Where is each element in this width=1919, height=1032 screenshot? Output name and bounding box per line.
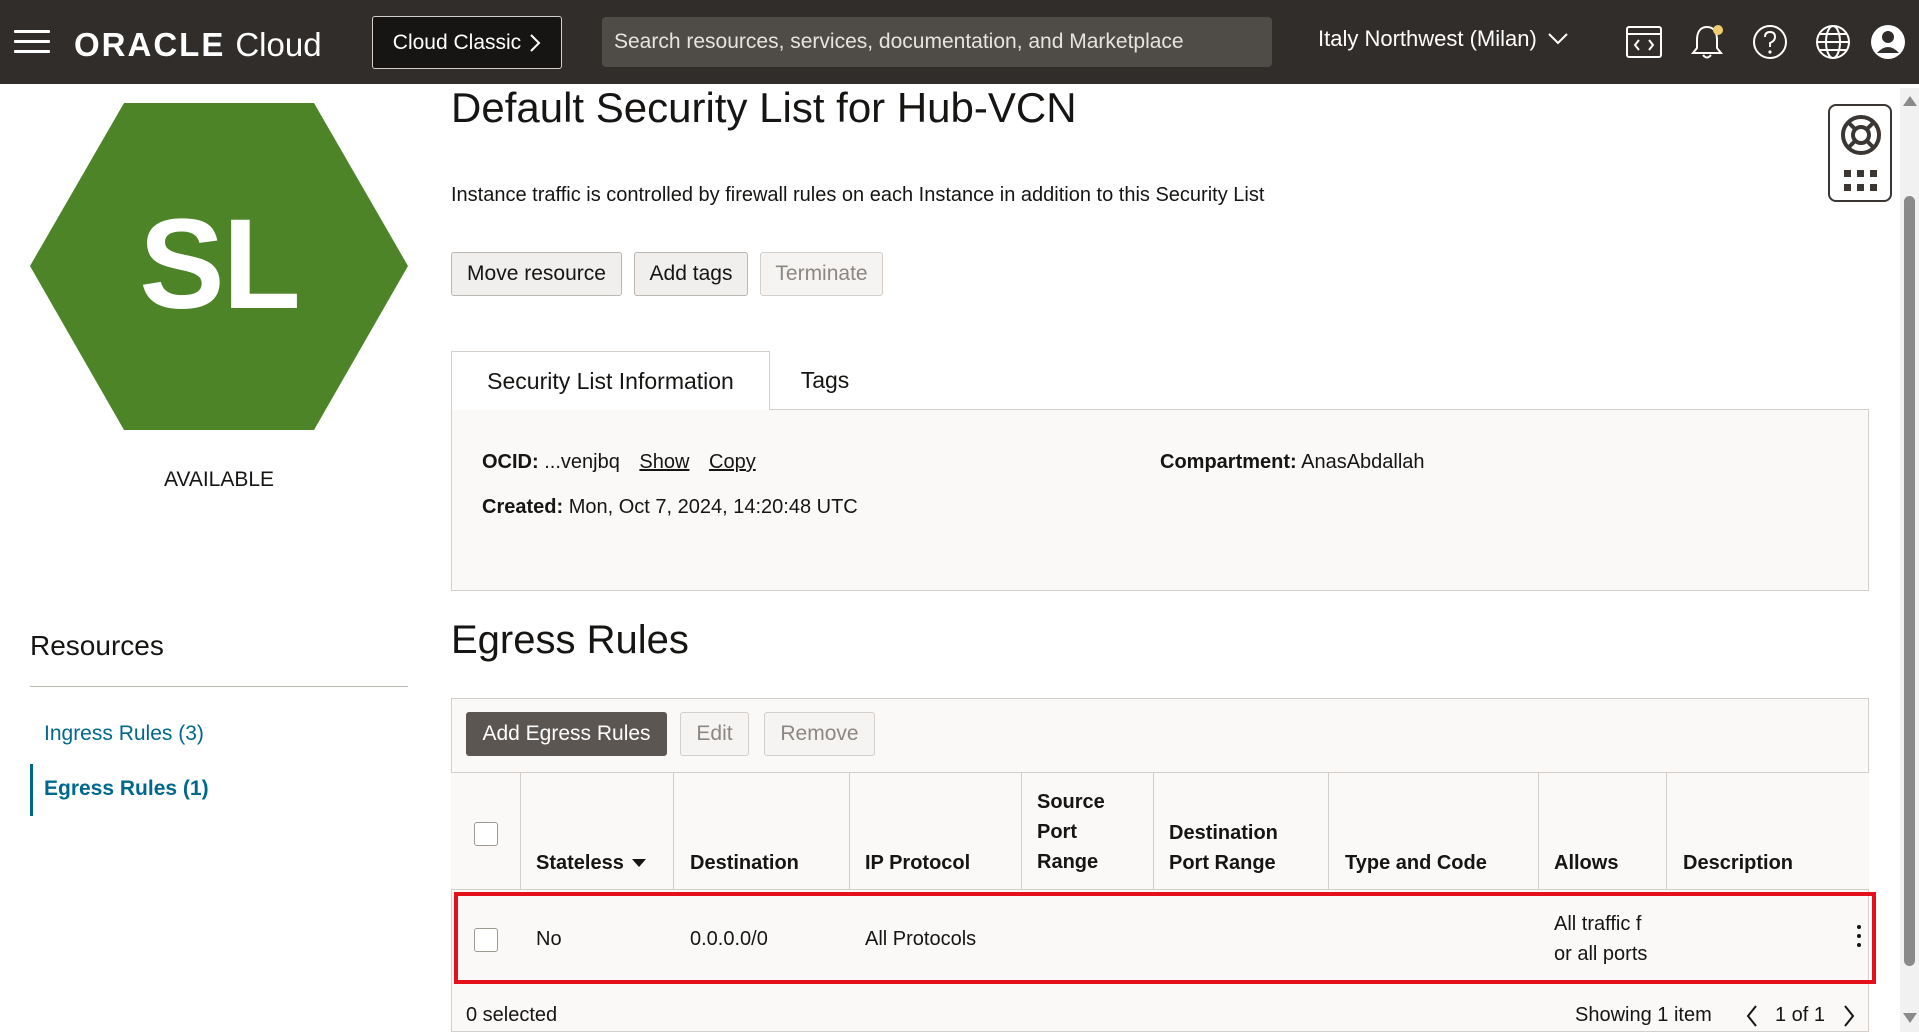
- column-header-source-port-range: Source Port Range: [1037, 787, 1105, 877]
- column-header-destination: Destination: [690, 852, 799, 874]
- region-selector[interactable]: Italy Northwest (Milan): [1318, 26, 1569, 52]
- edit-button[interactable]: Edit: [680, 712, 749, 756]
- column-header-allows: Allows: [1554, 852, 1619, 874]
- ocid-show-link[interactable]: Show: [639, 451, 689, 473]
- terminate-button[interactable]: Terminate: [760, 252, 883, 296]
- column-header-destination-port-range: Destination Port Range: [1169, 818, 1278, 878]
- status-label: AVAILABLE: [163, 468, 275, 491]
- resources-divider: [30, 686, 408, 687]
- dest-port-header-line2: Port Range: [1169, 852, 1276, 874]
- move-resource-button[interactable]: Move resource: [451, 252, 622, 296]
- help-icon[interactable]: [1750, 22, 1790, 62]
- help-support-widget[interactable]: [1828, 104, 1892, 202]
- previous-page-icon[interactable]: [1745, 1004, 1759, 1028]
- chevron-down-icon: [1548, 33, 1568, 45]
- scrollbar-thumb[interactable]: [1904, 196, 1915, 966]
- column-header-type-and-code: Type and Code: [1345, 852, 1487, 874]
- ocid-value: ...venjbq: [544, 451, 620, 473]
- column-separator: [1153, 772, 1154, 890]
- menu-icon[interactable]: [14, 30, 50, 54]
- column-header-stateless[interactable]: Stateless: [536, 848, 646, 878]
- created-row: Created: Mon, Oct 7, 2024, 14:20:48 UTC: [482, 496, 858, 519]
- add-tags-button[interactable]: Add tags: [634, 252, 748, 296]
- source-port-header-line2: Port: [1037, 821, 1077, 843]
- globe-icon[interactable]: [1813, 22, 1853, 62]
- column-separator: [1666, 772, 1667, 890]
- dest-port-header-line1: Destination: [1169, 822, 1278, 844]
- resource-link-ingress-rules[interactable]: Ingress Rules (3): [44, 722, 204, 746]
- brand-cloud-text: Cloud: [235, 26, 322, 63]
- compartment-label: Compartment:: [1160, 451, 1297, 473]
- badge-text: SL: [139, 193, 301, 336]
- next-page-icon[interactable]: [1842, 1004, 1856, 1028]
- column-separator: [1021, 772, 1022, 890]
- table-header: [451, 772, 1869, 890]
- bell-icon[interactable]: [1687, 22, 1727, 62]
- oracle-cloud-logo[interactable]: ORACLE Cloud: [74, 26, 322, 64]
- selected-count: 0 selected: [466, 1004, 558, 1026]
- remove-button[interactable]: Remove: [764, 712, 875, 756]
- resources-heading: Resources: [30, 630, 164, 661]
- source-port-header-line3: Range: [1037, 851, 1099, 873]
- resource-link-egress-rules[interactable]: Egress Rules (1): [44, 777, 209, 801]
- column-separator: [673, 772, 674, 890]
- pagination-label: 1 of 1: [1775, 1004, 1826, 1026]
- cloud-classic-label: Cloud Classic: [392, 30, 522, 54]
- ocid-label: OCID:: [482, 451, 539, 473]
- scroll-down-arrow-icon[interactable]: [1903, 1013, 1917, 1023]
- apps-grid-icon: [1844, 170, 1877, 191]
- compartment-row: Compartment: AnasAbdallah: [1160, 451, 1425, 474]
- region-label: Italy Northwest (Milan): [1318, 26, 1537, 51]
- column-separator: [849, 772, 850, 890]
- source-port-header-line1: Source: [1037, 791, 1105, 813]
- page-title: Default Security List for Hub-VCN: [451, 84, 1077, 131]
- user-icon[interactable]: [1868, 22, 1908, 62]
- code-editor-icon[interactable]: [1624, 22, 1664, 62]
- stateless-header-label: Stateless: [536, 852, 624, 874]
- lifebuoy-icon: [1841, 115, 1881, 155]
- created-label: Created:: [482, 496, 564, 518]
- sort-descending-icon: [631, 859, 646, 867]
- active-resource-indicator: [30, 764, 33, 816]
- column-separator: [520, 772, 521, 890]
- compartment-value: AnasAbdallah: [1301, 451, 1425, 473]
- column-header-description: Description: [1683, 852, 1794, 874]
- security-list-badge: SL: [30, 103, 408, 430]
- search-input[interactable]: [602, 17, 1272, 67]
- add-egress-rules-button[interactable]: Add Egress Rules: [466, 712, 667, 756]
- column-header-ip-protocol: IP Protocol: [865, 852, 971, 874]
- select-all-checkbox[interactable]: [474, 822, 498, 846]
- scroll-up-arrow-icon[interactable]: [1903, 96, 1917, 106]
- column-separator: [1538, 772, 1539, 890]
- ocid-row: OCID: ...venjbq Show Copy: [482, 451, 756, 474]
- cloud-classic-button[interactable]: Cloud Classic: [372, 16, 562, 69]
- created-value: Mon, Oct 7, 2024, 14:20:48 UTC: [568, 496, 858, 518]
- page-description: Instance traffic is controlled by firewa…: [451, 184, 1265, 206]
- column-separator: [1328, 772, 1329, 890]
- tab-tags[interactable]: Tags: [780, 351, 870, 410]
- highlighted-egress-rule-row: [454, 892, 1876, 984]
- tab-security-list-information[interactable]: Security List Information: [451, 351, 770, 410]
- top-navigation-bar: ORACLECloud Cloud Classic Italy Northwes…: [0, 0, 1919, 84]
- egress-rules-heading: Egress Rules: [451, 618, 689, 662]
- brand-oracle-text: ORACLE: [74, 26, 226, 63]
- chevron-right-icon: [530, 33, 541, 52]
- showing-count: Showing 1 item: [1575, 1004, 1712, 1026]
- ocid-copy-link[interactable]: Copy: [709, 451, 756, 473]
